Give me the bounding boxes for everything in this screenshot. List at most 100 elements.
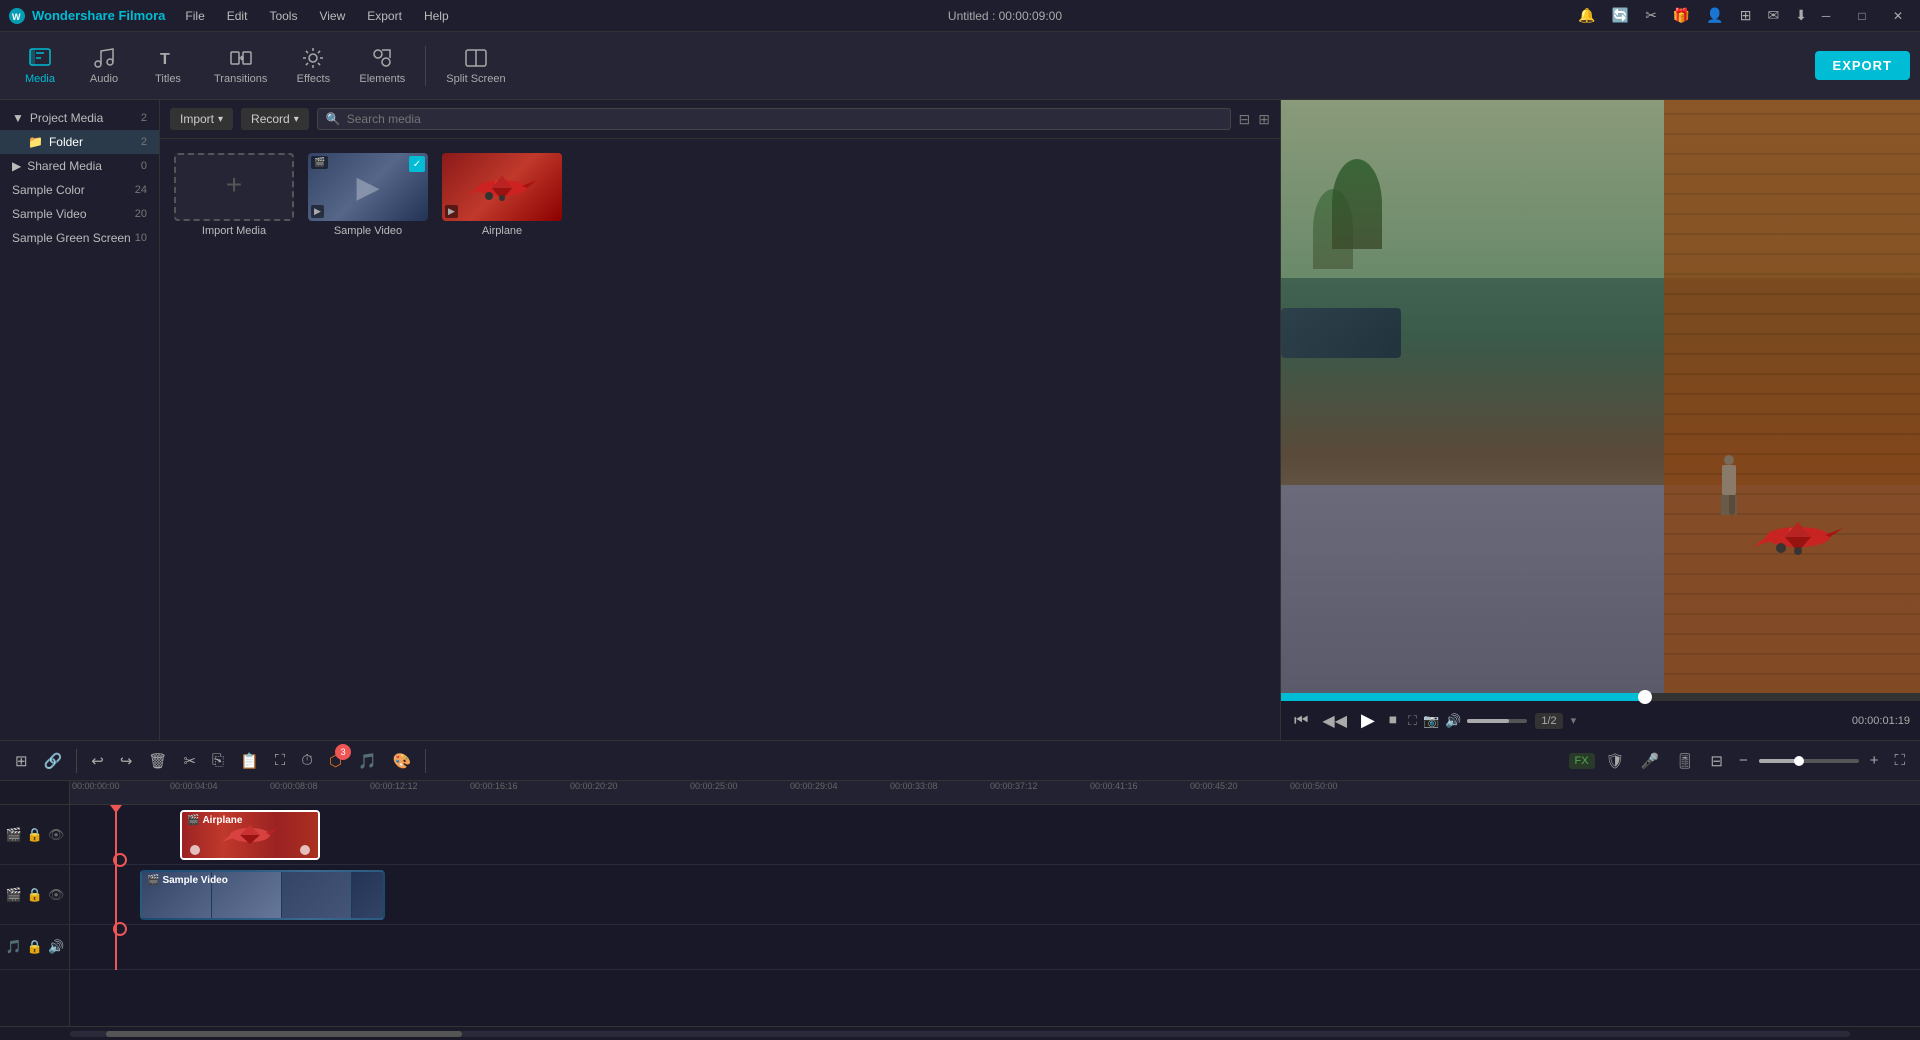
video-overlay-lock-icon[interactable]: 🔒 xyxy=(27,827,43,843)
preview-timecode: 00:00:01:19 xyxy=(1852,715,1910,727)
layout-icon[interactable]: ⊞ xyxy=(1735,5,1757,26)
timeline-add-track-button[interactable]: ⊞ xyxy=(10,748,33,774)
skip-to-start-button[interactable]: ⏮ xyxy=(1291,709,1311,733)
sample-video-thumb[interactable]: ▶ ✓ 🎬 ▶ xyxy=(308,153,428,221)
step-back-button[interactable]: ◀◀ xyxy=(1319,708,1350,734)
ruler-tick-12: 00:00:50:00 xyxy=(1290,781,1338,791)
preview-zoom-label[interactable]: 1/2 xyxy=(1535,713,1562,729)
clip-right-handle[interactable] xyxy=(300,845,310,855)
close-button[interactable]: ✕ xyxy=(1884,6,1912,26)
timeline-ruler[interactable]: 00:00:00:00 00:00:04:04 00:00:08:08 00:0… xyxy=(70,781,1920,805)
airplane-media-item[interactable]: ✓ xyxy=(442,153,562,237)
import-placeholder-thumb[interactable]: + xyxy=(174,153,294,221)
timeline-audio-mix-button[interactable]: 🎚 xyxy=(1670,748,1699,774)
export-button[interactable]: EXPORT xyxy=(1815,51,1910,80)
sample-video-media-item[interactable]: ▶ ✓ 🎬 ▶ Sample Video xyxy=(308,153,428,237)
import-button[interactable]: Import ▾ xyxy=(170,108,233,130)
video-main-eye-icon[interactable]: 👁 xyxy=(48,887,65,903)
play-button[interactable]: ▶ xyxy=(1358,707,1378,734)
menu-view[interactable]: View xyxy=(315,7,349,25)
grid-view-icon[interactable]: ⊞ xyxy=(1258,111,1270,128)
timeline-fx-button[interactable]: FX xyxy=(1569,753,1595,769)
sample-green-screen-label: Sample Green Screen xyxy=(12,231,131,245)
menu-tools[interactable]: Tools xyxy=(265,7,301,25)
timeline-mic-button[interactable]: 🎤 xyxy=(1636,748,1665,774)
search-bar[interactable]: 🔍 xyxy=(317,108,1231,130)
toolbar-titles[interactable]: T Titles xyxy=(138,42,198,89)
gift-icon[interactable]: 🎁 xyxy=(1668,5,1695,26)
menu-help[interactable]: Help xyxy=(420,7,453,25)
toolbar-media[interactable]: Media xyxy=(10,42,70,89)
timeline-redo-button[interactable]: ↪ xyxy=(115,748,138,774)
playhead-connection-top xyxy=(113,853,127,867)
toolbar-split-screen[interactable]: Split Screen xyxy=(434,42,517,89)
sidebar-item-sample-video[interactable]: Sample Video 20 xyxy=(0,202,159,226)
airplane-clip-icon: 🎬 xyxy=(187,815,199,826)
timeline-cut-button[interactable]: ✂ xyxy=(178,748,201,774)
toolbar-transitions[interactable]: Transitions xyxy=(202,42,279,89)
seekbar-handle[interactable] xyxy=(1638,690,1652,704)
menu-file[interactable]: File xyxy=(181,7,208,25)
maximize-button[interactable]: □ xyxy=(1848,6,1876,26)
sidebar: ▼ Project Media 2 📁 Folder 2 ▶ Shared Me… xyxy=(0,100,160,740)
fullscreen-button[interactable]: ⛶ xyxy=(1408,713,1417,729)
toolbar-elements[interactable]: Elements xyxy=(347,42,417,89)
header-icons: 🔔 🔄 ✂ 🎁 👤 ⊞ ✉ ⬇ xyxy=(1573,5,1812,26)
timeline-speed-button[interactable]: ⏱ xyxy=(296,748,318,773)
video-overlay-eye-icon[interactable]: 👁 xyxy=(48,827,65,843)
timeline-undo-button[interactable]: ↩ xyxy=(86,748,109,774)
timeline-color-button[interactable]: 🎨 xyxy=(388,748,417,774)
menu-export[interactable]: Export xyxy=(363,7,406,25)
airplane-thumb[interactable]: ✓ xyxy=(442,153,562,221)
audio-lock-icon[interactable]: 🔒 xyxy=(27,939,43,955)
timeline-copy-button[interactable]: ⎘ xyxy=(207,748,229,773)
search-input[interactable] xyxy=(347,112,1222,126)
timeline-right-controls: FX 🛡 🎤 🎚 ⊟ − + ⛶ xyxy=(1569,748,1910,774)
notif-icon[interactable]: 🔔 xyxy=(1573,5,1600,26)
scrollbar-thumb[interactable] xyxy=(106,1031,462,1037)
user-icon[interactable]: 👤 xyxy=(1701,5,1728,26)
scissors-icon[interactable]: ✂ xyxy=(1640,5,1662,26)
timeline-scrollbar[interactable] xyxy=(0,1026,1920,1040)
timeline-shield-button[interactable]: 🛡 xyxy=(1601,748,1630,774)
volume-button[interactable]: 🔊 xyxy=(1445,713,1461,729)
volume-slider[interactable] xyxy=(1467,719,1527,723)
timeline-audio-button[interactable]: 🎵 xyxy=(353,748,382,774)
clip-left-handle[interactable] xyxy=(190,845,200,855)
audio-mute-icon[interactable]: 🔊 xyxy=(48,939,64,955)
timeline-crop-button[interactable]: ⛶ xyxy=(270,748,291,773)
toolbar-effects[interactable]: Effects xyxy=(283,42,343,89)
timeline-link-button[interactable]: 🔗 xyxy=(39,748,68,774)
preview-seekbar[interactable] xyxy=(1281,693,1920,701)
toolbar-audio[interactable]: Audio xyxy=(74,42,134,89)
sidebar-item-sample-color[interactable]: Sample Color 24 xyxy=(0,178,159,202)
stop-button[interactable]: ⏹ xyxy=(1386,709,1400,733)
timeline-minus-button[interactable]: − xyxy=(1734,748,1753,773)
timeline-layout-button[interactable]: ⊟ xyxy=(1705,748,1728,774)
refresh-icon[interactable]: 🔄 xyxy=(1607,5,1634,26)
sidebar-item-shared-media[interactable]: ▶ Shared Media 0 xyxy=(0,154,159,178)
sample-video-clip-icon: 🎬 xyxy=(147,875,159,886)
email-icon[interactable]: ✉ xyxy=(1763,5,1785,26)
timeline-plus-button[interactable]: + xyxy=(1865,748,1884,773)
zoom-slider[interactable] xyxy=(1759,759,1859,763)
menu-edit[interactable]: Edit xyxy=(223,7,252,25)
import-media-item[interactable]: + Import Media xyxy=(174,153,294,237)
snapshot-button[interactable]: 📷 xyxy=(1423,713,1439,729)
video-main-lock-icon[interactable]: 🔒 xyxy=(27,887,43,903)
sidebar-item-sample-green-screen[interactable]: Sample Green Screen 10 xyxy=(0,226,159,250)
sidebar-item-folder[interactable]: 📁 Folder 2 xyxy=(0,130,159,154)
download-icon[interactable]: ⬇ xyxy=(1790,5,1812,26)
airplane-clip[interactable]: 🎬 Airplane xyxy=(180,810,320,860)
toolbar-elements-label: Elements xyxy=(359,73,405,85)
sidebar-item-project-media[interactable]: ▼ Project Media 2 xyxy=(0,106,159,130)
zoom-dropdown-button[interactable]: ▾ xyxy=(1571,714,1577,727)
record-button[interactable]: Record ▾ xyxy=(241,108,309,130)
filter-icon[interactable]: ⊟ xyxy=(1239,111,1251,128)
sample-video-clip[interactable]: 🎬 Sample Video xyxy=(140,870,385,920)
timeline-expand-button[interactable]: ⛶ xyxy=(1889,748,1910,773)
minimize-button[interactable]: ─ xyxy=(1812,6,1840,26)
titlebar: W Wondershare Filmora File Edit Tools Vi… xyxy=(0,0,1920,32)
timeline-delete-button[interactable]: 🗑 xyxy=(143,748,172,774)
timeline-paste-button[interactable]: 📋 xyxy=(235,748,264,774)
